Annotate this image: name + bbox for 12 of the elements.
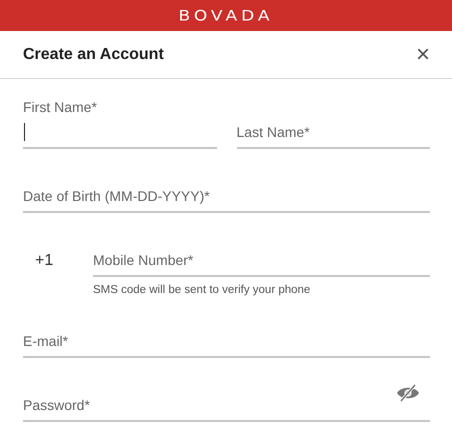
input-field[interactable]: Mobile Number* (93, 245, 430, 277)
field-label: First Name* (23, 98, 98, 117)
eye-slash-icon[interactable] (396, 384, 420, 402)
country-code[interactable]: +1 (23, 245, 93, 277)
dialog-title: Create an Account (23, 46, 164, 64)
input-field[interactable]: E-mail* (23, 326, 430, 358)
text-cursor (24, 123, 25, 141)
helper-text: SMS code will be sent to verify your phone (93, 284, 312, 296)
input-field[interactable]: Date of Birth (MM-DD-YYYY)* (23, 181, 430, 213)
input-field[interactable]: Last Name* (236, 117, 430, 149)
close-button[interactable]: × (412, 42, 434, 66)
logo: BOVADA (178, 7, 274, 24)
